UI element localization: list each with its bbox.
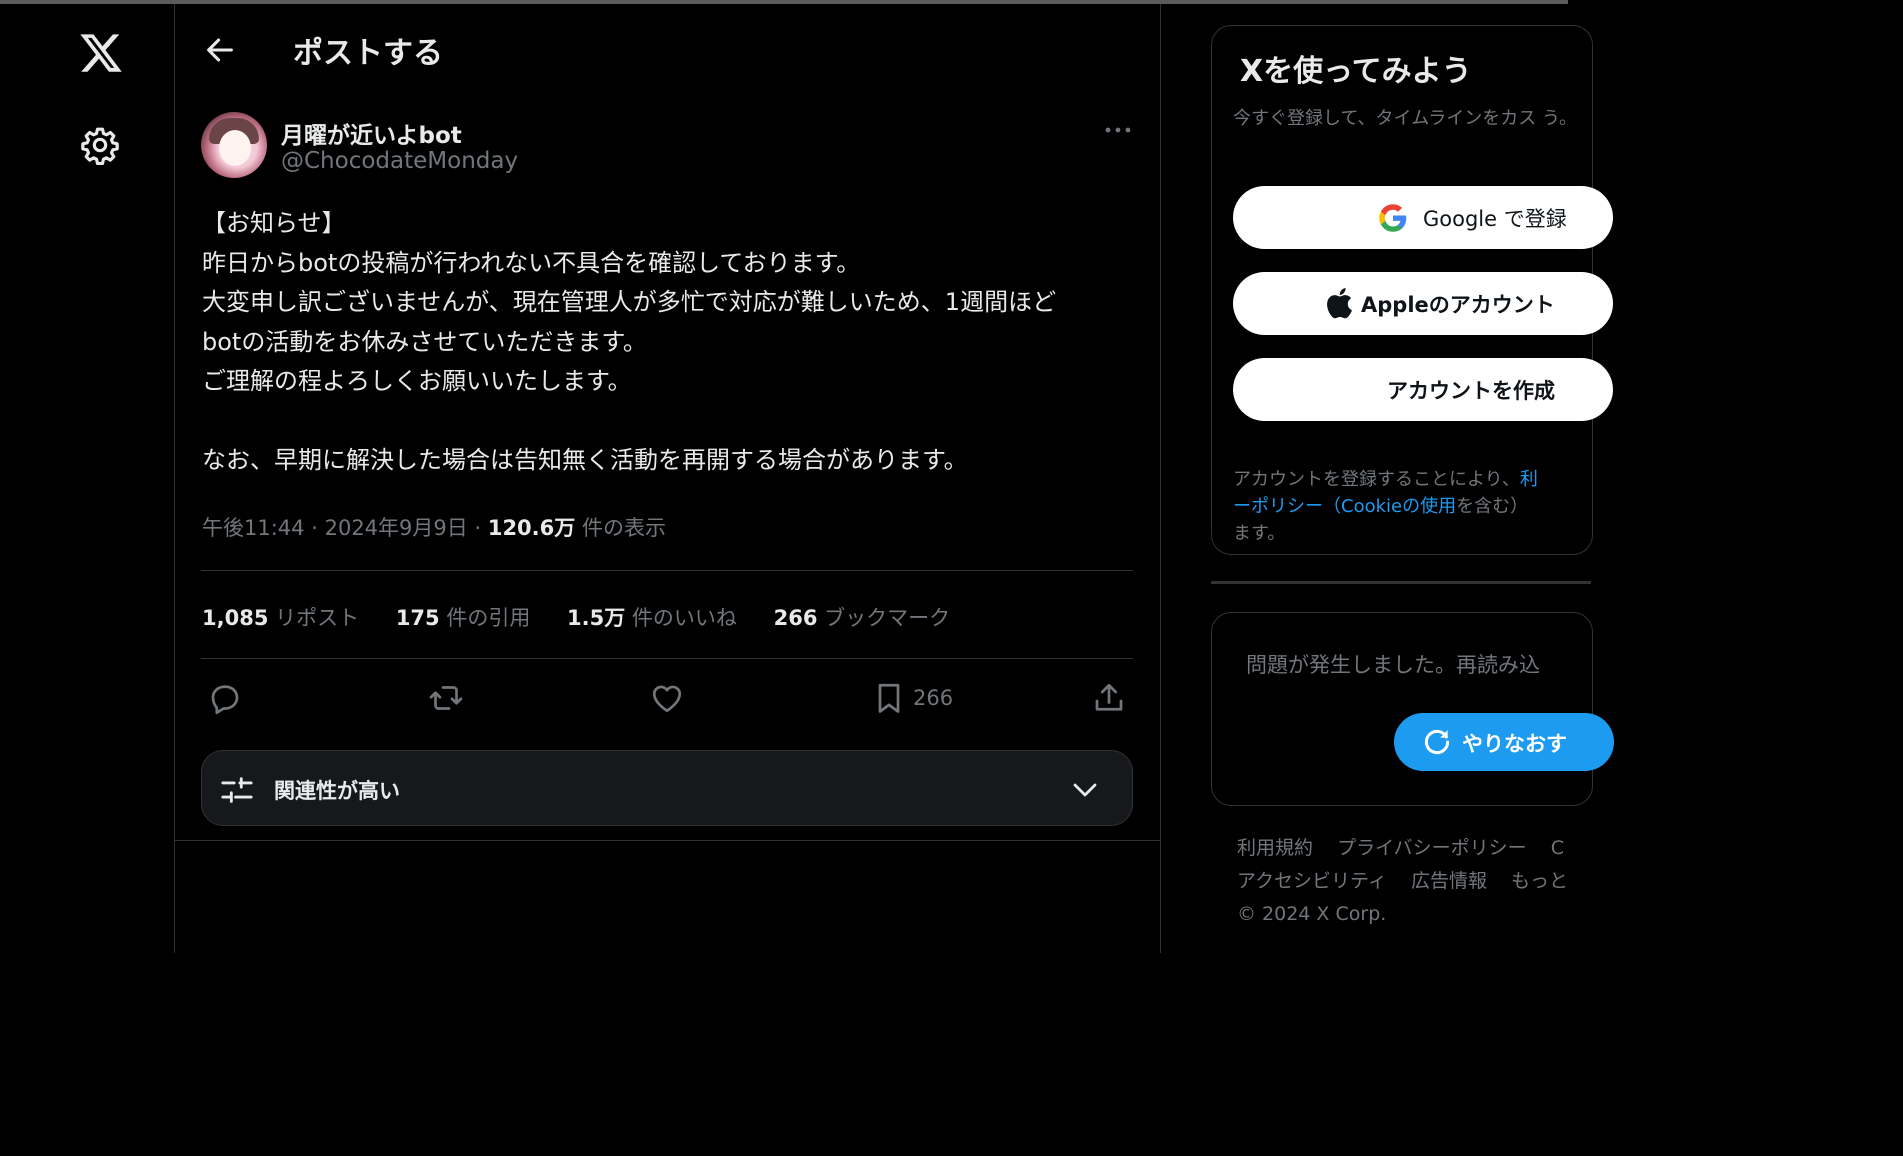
reply-icon[interactable] — [207, 680, 243, 716]
tweet-line: ご理解の程よろしくお願いいたします。 — [202, 367, 632, 395]
stat-quotes[interactable]: 175 件の引用 — [396, 602, 531, 632]
retry-label: やりなおす — [1462, 732, 1567, 756]
sliders-icon — [221, 777, 253, 803]
right-sidebar: Xを使ってみよう 今すぐ登録して、タイムラインをカス う。 Google で登録… — [1160, 4, 1614, 953]
main-column: ポストする 月曜が近いよbot @ChocodateMonday 【お知らせ】 … — [175, 4, 1161, 953]
retry-button[interactable]: やりなおす — [1394, 713, 1614, 771]
tweet-line-blank — [202, 402, 1137, 442]
footer-ads-info-link[interactable]: 広告情報 — [1411, 870, 1487, 892]
apple-icon — [1327, 288, 1352, 319]
author-handle[interactable]: @ChocodateMonday — [281, 148, 518, 174]
google-signup-label: Google で登録 — [1423, 207, 1567, 231]
footer-cookie-link[interactable]: C — [1551, 837, 1564, 859]
privacy-link[interactable]: ーポリシー（Cookieの使用 — [1233, 496, 1456, 517]
tweet-line: なお、早期に解決した場合は告知無く活動を再開する場合があります。 — [202, 446, 968, 474]
signup-title: Xを使ってみよう — [1240, 54, 1472, 89]
google-icon — [1379, 204, 1407, 232]
google-signup-button[interactable]: Google で登録 — [1233, 186, 1613, 249]
tweet-line: botの活動をお休みさせていただきます。 — [202, 327, 647, 356]
footer-links: 利用規約 プライバシーポリシー C アクセシビリティ 広告情報 もっと © 20… — [1237, 832, 1586, 931]
footer-accessibility-link[interactable]: アクセシビリティ — [1237, 870, 1387, 892]
terms-link[interactable]: 利 — [1520, 469, 1538, 490]
chevron-down-icon — [1073, 783, 1097, 797]
footer-more-link[interactable]: もっと — [1511, 870, 1568, 892]
tweet-line: 【お知らせ】 — [202, 209, 346, 237]
divider — [201, 570, 1133, 571]
retweet-icon[interactable] — [428, 680, 464, 716]
signup-description: 今すぐ登録して、タイムラインをカス う。 — [1233, 108, 1577, 129]
x-logo-icon[interactable] — [78, 30, 124, 76]
divider — [1211, 581, 1591, 584]
view-count-label: 件の表示 — [581, 516, 666, 540]
stat-bookmarks[interactable]: 266 ブックマーク — [774, 602, 951, 632]
copyright: © 2024 X Corp. — [1237, 903, 1387, 925]
tweet-line: 大変申し訳ございませんが、現在管理人が多忙で対応が難しいため、1週間ほど — [202, 288, 1057, 316]
tweet-meta: 午後11:44 · 2024年9月9日 · 120.6万 件の表示 — [202, 516, 666, 540]
author-name[interactable]: 月曜が近いよbot — [281, 116, 462, 150]
engagement-stats: 1,085 リポスト 175 件の引用 1.5万 件のいいね 266 ブックマー… — [202, 602, 980, 632]
action-bar: 266 — [201, 676, 1133, 726]
apple-signup-button[interactable]: Appleのアカウント — [1233, 272, 1613, 335]
refresh-icon — [1424, 729, 1450, 755]
back-arrow-icon[interactable] — [203, 33, 237, 67]
signup-card: Xを使ってみよう 今すぐ登録して、タイムラインをカス う。 Google で登録… — [1211, 25, 1613, 555]
create-account-button[interactable]: アカウントを作成 — [1233, 358, 1613, 421]
sort-label: 関連性が高い — [274, 779, 400, 803]
like-icon[interactable] — [649, 680, 685, 716]
stat-reposts[interactable]: 1,085 リポスト — [202, 602, 359, 632]
legal-text: アカウントを登録することにより、利 ーポリシー（Cookieの使用を含む） ます… — [1233, 469, 1538, 544]
stat-likes[interactable]: 1.5万 件のいいね — [567, 602, 737, 632]
tweet-date[interactable]: 2024年9月9日 — [325, 516, 468, 540]
author-avatar[interactable] — [201, 112, 267, 178]
share-icon[interactable] — [1091, 680, 1127, 716]
divider — [175, 840, 1160, 841]
reply-sort-dropdown[interactable]: 関連性が高い — [201, 750, 1133, 826]
left-nav — [0, 4, 175, 953]
settings-gear-icon[interactable] — [80, 125, 120, 165]
error-card: 問題が発生しました。再読み込 やりなおす — [1211, 612, 1614, 806]
more-options-icon[interactable] — [1103, 120, 1133, 140]
footer-privacy-link[interactable]: プライバシーポリシー — [1337, 837, 1527, 859]
tweet-line: 昨日からbotの投稿が行われない不具合を確認しております。 — [202, 248, 861, 277]
view-count: 120.6万 — [487, 516, 576, 540]
apple-signup-label: Appleのアカウント — [1361, 293, 1555, 317]
page-title: ポストする — [293, 36, 443, 71]
tweet-text: 【お知らせ】 昨日からbotの投稿が行われない不具合を確認しております。 大変申… — [202, 204, 1137, 481]
divider — [201, 658, 1133, 659]
bookmark-icon[interactable] — [871, 680, 907, 716]
error-message: 問題が発生しました。再読み込 — [1246, 653, 1540, 677]
bookmark-count: 266 — [913, 686, 954, 710]
create-account-label: アカウントを作成 — [1387, 379, 1555, 403]
tweet-time[interactable]: 午後11:44 — [202, 516, 305, 540]
footer-terms-link[interactable]: 利用規約 — [1237, 837, 1313, 859]
